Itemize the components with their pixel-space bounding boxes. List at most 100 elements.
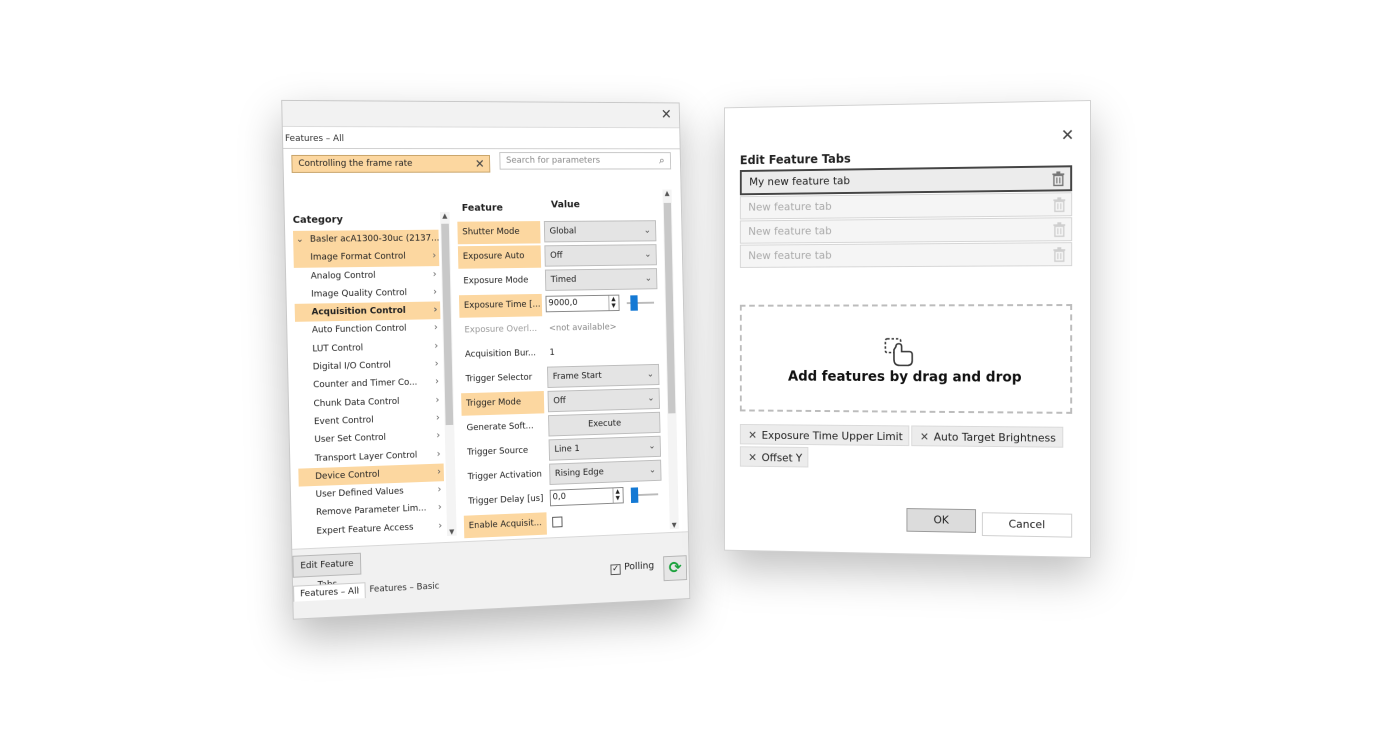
feature-chip[interactable]: ✕ Auto Target Brightness xyxy=(911,425,1063,448)
category-label: Event Control xyxy=(313,415,374,428)
dropdown-value: Off xyxy=(550,250,563,261)
feature-tab-row[interactable]: New feature tab xyxy=(739,192,1073,220)
feature-value: Execute xyxy=(548,411,661,437)
value-spinbox[interactable]: 0,0 ▲ ▼ xyxy=(549,486,624,507)
value-slider[interactable] xyxy=(626,295,655,311)
refresh-icon[interactable]: ⟳ xyxy=(663,555,688,582)
category-item[interactable]: ⌄ Basler acA1300-30uc (2137... xyxy=(292,229,439,250)
stage: ✕ Features – All Controlling the frame r… xyxy=(0,0,1380,735)
feature-chip[interactable]: ✕ Offset Y xyxy=(739,446,809,468)
value-dropdown[interactable]: Global ⌄ xyxy=(543,220,657,243)
chip-label: Auto Target Brightness xyxy=(933,430,1056,445)
chevron-right-icon: › xyxy=(437,484,442,496)
trash-icon[interactable] xyxy=(1051,196,1067,212)
scroll-thumb[interactable] xyxy=(663,202,676,414)
scroll-up-icon[interactable]: ▲ xyxy=(663,189,672,197)
spin-arrows-icon[interactable]: ▲ ▼ xyxy=(608,295,618,311)
feature-tab-row[interactable]: New feature tab xyxy=(739,217,1073,244)
feature-row: Exposure Mode Timed ⌄ xyxy=(458,267,662,294)
spinbox-value: 9000,0 xyxy=(548,298,578,309)
filter-chip[interactable]: Controlling the frame rate ✕ xyxy=(291,154,491,173)
scroll-up-icon[interactable]: ▲ xyxy=(440,212,450,220)
execute-button[interactable]: Execute xyxy=(548,411,661,437)
remove-chip-icon[interactable]: ✕ xyxy=(748,429,757,442)
trash-icon[interactable] xyxy=(1050,170,1066,186)
dropdown-value: Line 1 xyxy=(554,444,580,455)
chevron-right-icon: › xyxy=(435,412,440,424)
value-spinbox[interactable]: 9000,0 ▲ ▼ xyxy=(545,294,620,313)
filter-text: Controlling the frame rate xyxy=(298,158,413,169)
drag-drop-icon xyxy=(882,336,915,369)
value-dropdown[interactable]: Timed ⌄ xyxy=(544,268,658,291)
feature-value: <not available> xyxy=(546,316,658,339)
scroll-down-icon[interactable]: ▼ xyxy=(670,521,679,529)
feature-label: Shutter Mode xyxy=(457,221,541,245)
feature-chip-list: ✕ Exposure Time Upper Limit ✕ Auto Target B… xyxy=(739,423,1076,473)
spin-arrows-icon[interactable]: ▲ ▼ xyxy=(612,488,622,503)
chip-label: Exposure Time Upper Limit xyxy=(761,429,903,444)
close-icon[interactable]: ✕ xyxy=(659,107,674,122)
polling-label: Polling xyxy=(624,560,655,573)
value-column-header: Value xyxy=(550,199,581,211)
slider-knob[interactable] xyxy=(630,295,638,311)
close-icon[interactable]: ✕ xyxy=(1061,125,1074,144)
trash-icon[interactable] xyxy=(1051,221,1067,237)
remove-chip-icon[interactable]: ✕ xyxy=(748,451,757,464)
feature-tab-name: My new feature tab xyxy=(749,174,851,189)
trash-icon[interactable] xyxy=(1051,246,1067,262)
feature-tab-row[interactable]: My new feature tab xyxy=(739,165,1073,196)
tab-features-basic[interactable]: Features – Basic xyxy=(363,578,445,598)
drop-zone[interactable]: Add features by drag and drop xyxy=(739,304,1073,414)
value-dropdown[interactable]: Line 1 ⌄ xyxy=(548,435,662,461)
category-label: Chunk Data Control xyxy=(313,396,400,409)
chevron-down-icon: ⌄ xyxy=(644,249,652,260)
feature-label: Trigger Source xyxy=(467,445,529,458)
features-tab-title[interactable]: Features – All xyxy=(285,134,344,148)
category-label: Analog Control xyxy=(310,270,376,282)
polling-checkbox[interactable]: ✓ xyxy=(610,564,621,576)
chevron-down-icon: ⌄ xyxy=(644,273,652,284)
value-dropdown[interactable]: Off ⌄ xyxy=(547,387,660,413)
chevron-down-icon: ⌄ xyxy=(643,226,651,236)
clear-filter-icon[interactable]: ✕ xyxy=(475,156,485,172)
category-label: Counter and Timer Co... xyxy=(313,378,418,391)
search-input[interactable]: Search for parameters ⌕ xyxy=(499,152,672,170)
chevron-right-icon: › xyxy=(432,268,437,280)
chevron-down-icon[interactable]: ⌄ xyxy=(296,231,304,249)
category-item[interactable]: Analog Control › xyxy=(294,266,440,286)
category-list: ⌄ Basler acA1300-30uc (2137... Image Forma… xyxy=(292,229,445,542)
slider-knob[interactable] xyxy=(630,487,639,504)
category-label: Auto Function Control xyxy=(311,324,407,336)
remove-chip-icon[interactable]: ✕ xyxy=(920,430,929,443)
value-dropdown[interactable]: Rising Edge ⌄ xyxy=(549,459,662,485)
chevron-down-icon: ⌄ xyxy=(648,465,656,476)
feature-chip[interactable]: ✕ Exposure Time Upper Limit xyxy=(739,423,910,447)
cancel-button[interactable]: Cancel xyxy=(981,512,1073,538)
value-dropdown[interactable]: Off ⌄ xyxy=(544,244,657,267)
scroll-thumb[interactable] xyxy=(441,223,454,426)
category-header: Category xyxy=(292,214,344,226)
chevron-right-icon: › xyxy=(437,502,442,514)
chevron-right-icon: › xyxy=(432,250,437,262)
feature-value xyxy=(550,508,662,534)
category-item[interactable]: Image Format Control › xyxy=(293,247,440,268)
category-label: Expert Feature Access xyxy=(316,522,414,537)
dropdown-value: Timed xyxy=(550,274,577,286)
features-panel-titlebar: ✕ xyxy=(282,100,680,129)
drop-zone-text: Add features by drag and drop xyxy=(788,368,1022,386)
feature-tab-row[interactable]: New feature tab xyxy=(739,242,1073,268)
feature-value: Line 1 ⌄ xyxy=(548,435,662,461)
ok-button[interactable]: OK xyxy=(906,508,977,533)
feature-tab-name: New feature tab xyxy=(748,248,832,263)
tab-features-all[interactable]: Features – All xyxy=(293,582,366,602)
feature-column-header: Feature xyxy=(461,202,504,214)
edit-feature-tabs-dialog: ✕ Edit Feature Tabs My new feature tab Ne… xyxy=(724,100,1091,558)
polling-toggle[interactable]: ✓ Polling xyxy=(610,561,654,576)
edit-feature-tabs-button[interactable]: Edit Feature Tabs xyxy=(292,552,362,591)
value-checkbox[interactable] xyxy=(552,516,563,528)
scroll-down-icon[interactable]: ▼ xyxy=(447,528,457,536)
value-dropdown[interactable]: Frame Start ⌄ xyxy=(547,363,660,388)
value-slider[interactable] xyxy=(630,487,659,504)
category-label: Image Format Control xyxy=(310,251,406,263)
feature-value: Off ⌄ xyxy=(544,244,657,267)
